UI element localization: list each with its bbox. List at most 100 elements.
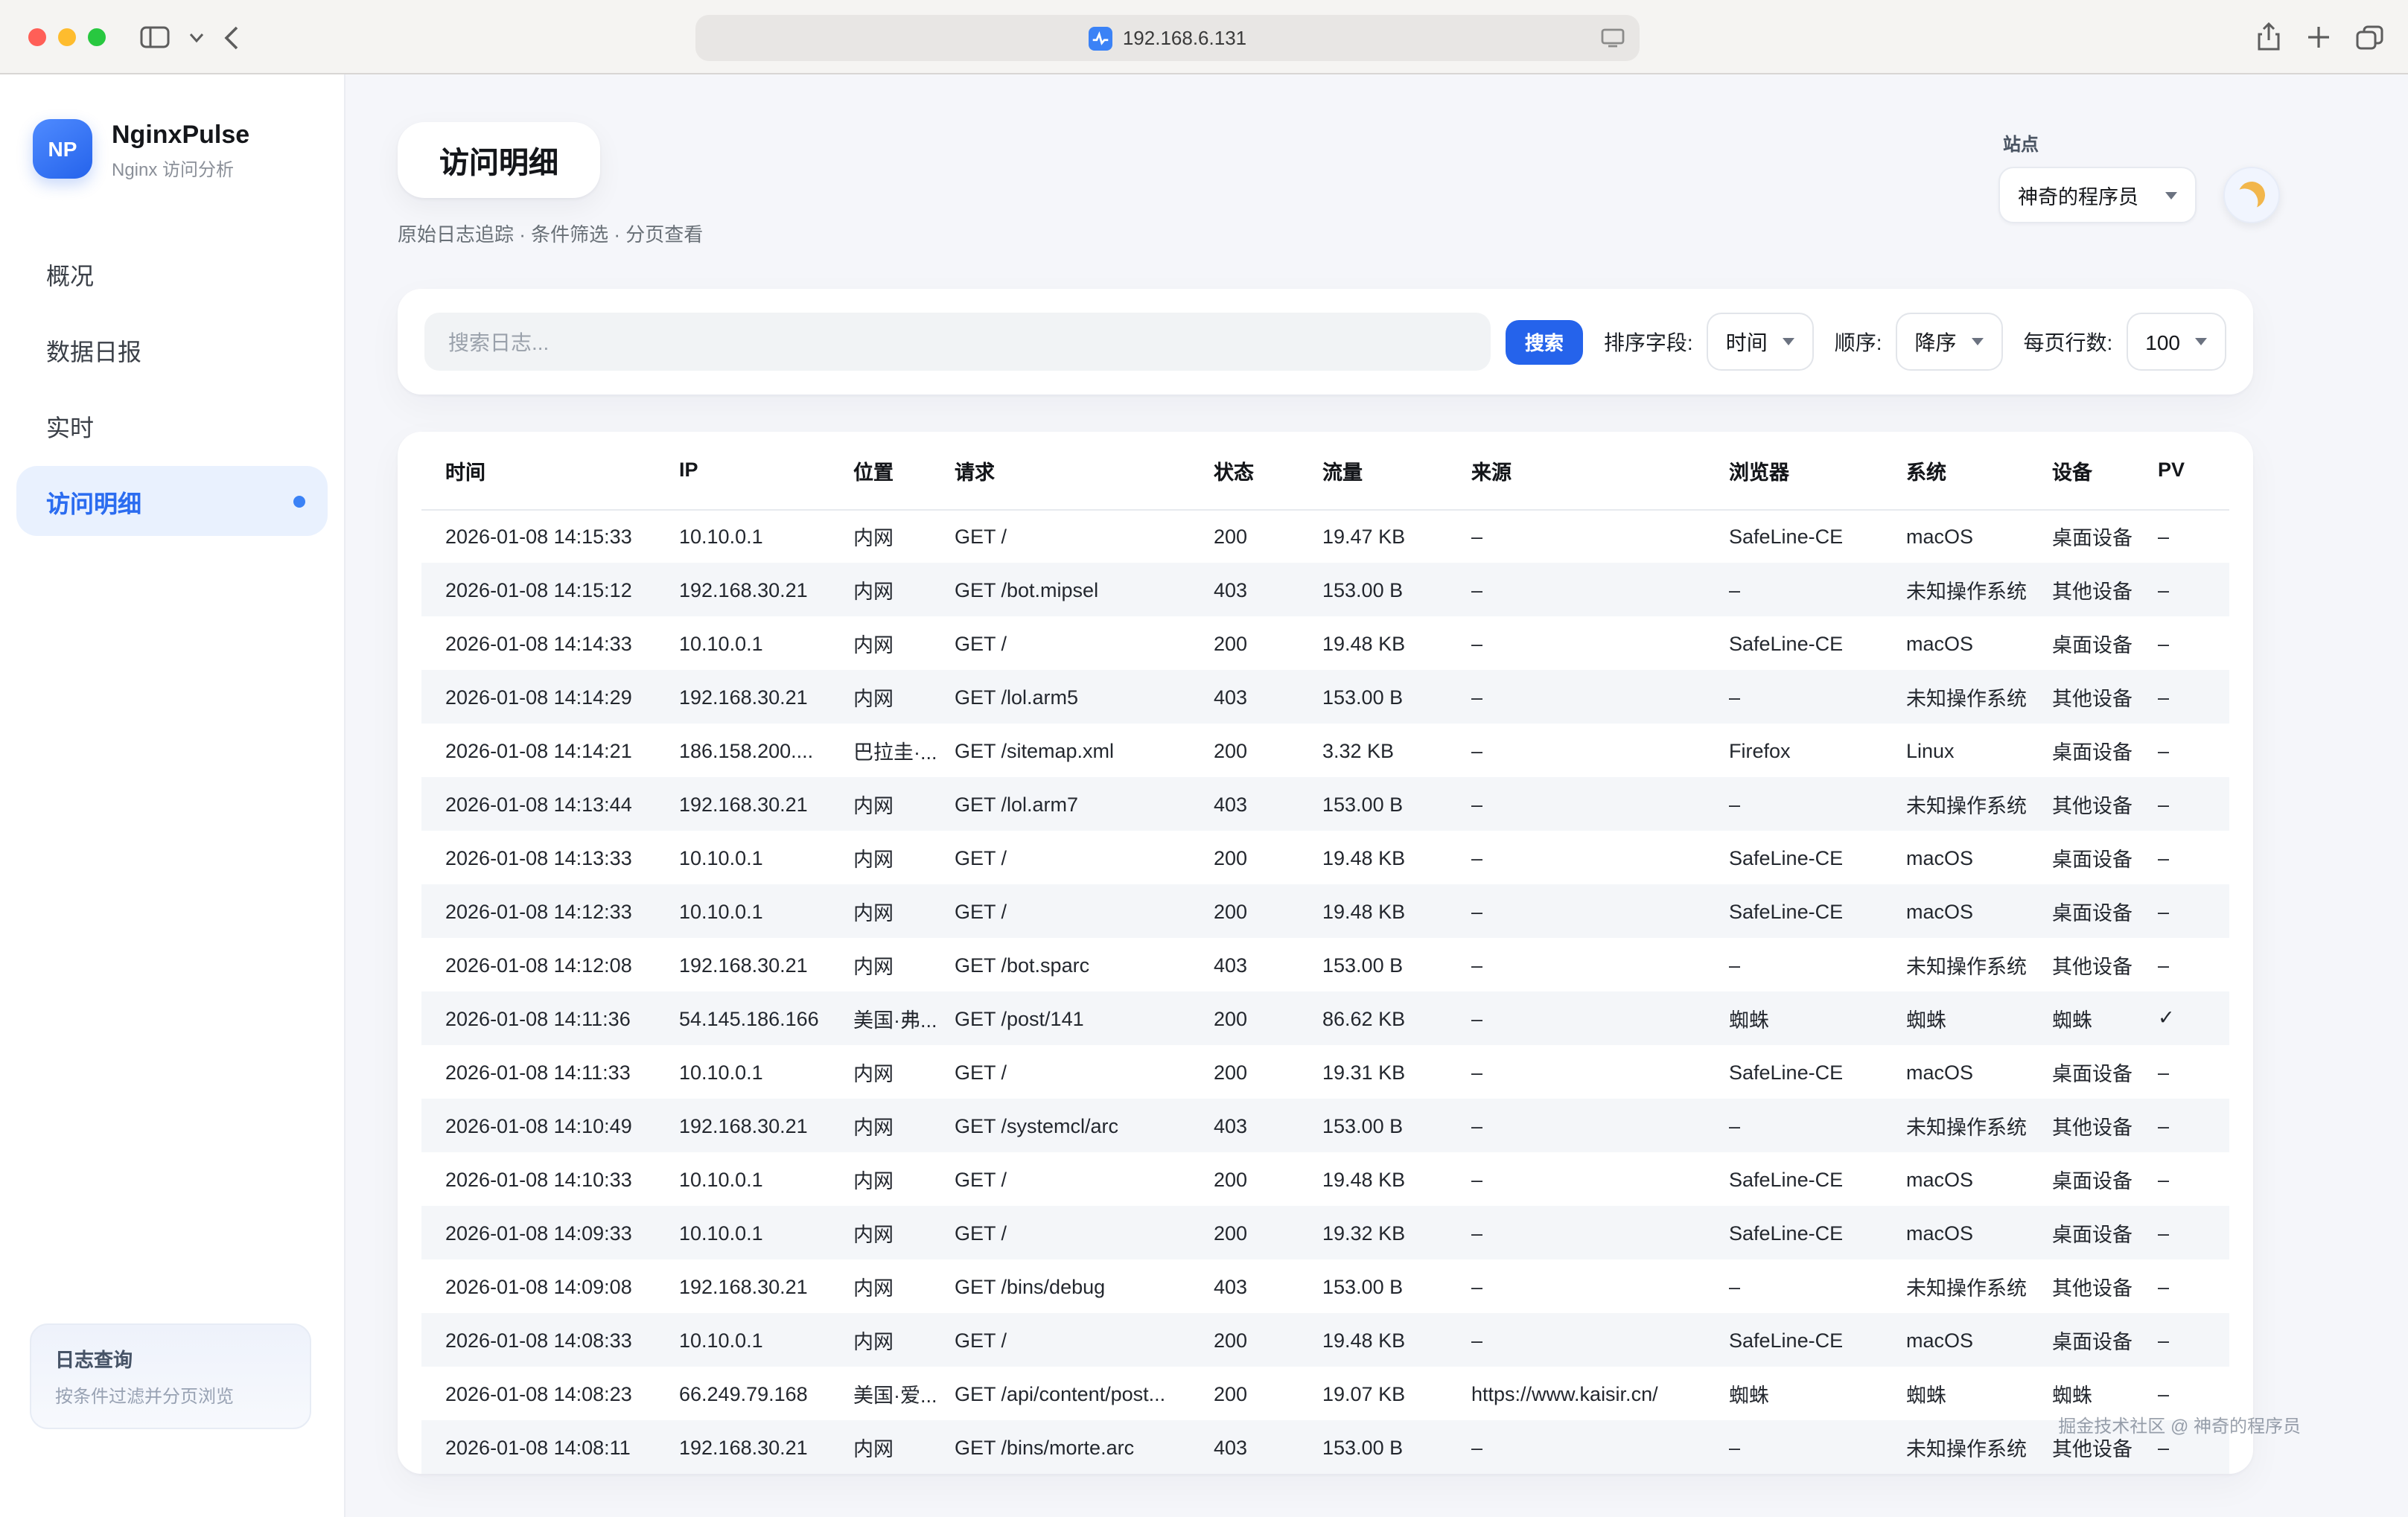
back-button[interactable] bbox=[223, 25, 240, 50]
zoom-window-button[interactable] bbox=[88, 28, 106, 46]
table-cell: SafeLine-CE bbox=[1727, 509, 1905, 563]
search-input[interactable] bbox=[424, 313, 1491, 371]
table-cell: 403 bbox=[1212, 1259, 1321, 1313]
table-row: 2026-01-08 14:10:3310.10.0.1内网GET /20019… bbox=[421, 1152, 2229, 1206]
table-cell: GET /lol.arm5 bbox=[953, 670, 1212, 724]
sidebar-item-access-details[interactable]: 访问明细 bbox=[16, 466, 328, 536]
table-cell: – bbox=[2156, 616, 2229, 670]
table-cell: 桌面设备 bbox=[2051, 509, 2156, 563]
site-selector-area: 站点 神奇的程序员 bbox=[1998, 131, 2280, 223]
table-cell: 蜘蛛 bbox=[2051, 991, 2156, 1045]
table-cell: – bbox=[1470, 1045, 1727, 1099]
sort-field-select[interactable]: 时间 bbox=[1707, 313, 1814, 371]
table-cell: 内网 bbox=[852, 1099, 953, 1152]
table-cell: 19.48 KB bbox=[1321, 1152, 1470, 1206]
app-tagline: Nginx 访问分析 bbox=[112, 156, 249, 182]
table-cell: 2026-01-08 14:14:33 bbox=[421, 616, 678, 670]
table-cell: SafeLine-CE bbox=[1727, 831, 1905, 884]
table-cell: 桌面设备 bbox=[2051, 884, 2156, 938]
table-cell: macOS bbox=[1905, 1152, 2051, 1206]
table-cell: GET / bbox=[953, 831, 1212, 884]
table-cell: – bbox=[2156, 938, 2229, 991]
app-window: NP NginxPulse Nginx 访问分析 概况数据日报实时访问明细 日志… bbox=[0, 74, 2408, 1517]
table-cell: 其他设备 bbox=[2051, 1420, 2156, 1474]
table-cell: 153.00 B bbox=[1321, 1099, 1470, 1152]
table-cell: 66.249.79.168 bbox=[678, 1367, 852, 1420]
table-cell: 内网 bbox=[852, 938, 953, 991]
table-cell: 3.32 KB bbox=[1321, 724, 1470, 777]
column-header: 时间 bbox=[421, 432, 678, 509]
sidebar-item-overview[interactable]: 概况 bbox=[16, 238, 328, 308]
table-cell: GET / bbox=[953, 509, 1212, 563]
table-cell: 200 bbox=[1212, 991, 1321, 1045]
table-cell: 10.10.0.1 bbox=[678, 616, 852, 670]
table-cell: SafeLine-CE bbox=[1727, 1313, 1905, 1367]
sidebar-item-daily-report[interactable]: 数据日报 bbox=[16, 314, 328, 384]
table-cell: – bbox=[1470, 831, 1727, 884]
minimize-window-button[interactable] bbox=[58, 28, 76, 46]
table-cell: GET / bbox=[953, 1152, 1212, 1206]
table-cell: 10.10.0.1 bbox=[678, 1152, 852, 1206]
url-bar[interactable]: 192.168.6.131 bbox=[695, 15, 1640, 61]
table-row: 2026-01-08 14:11:3310.10.0.1内网GET /20019… bbox=[421, 1045, 2229, 1099]
order-label: 顺序: bbox=[1835, 327, 1882, 357]
table-cell: 153.00 B bbox=[1321, 563, 1470, 616]
table-cell: 192.168.30.21 bbox=[678, 670, 852, 724]
table-cell: GET / bbox=[953, 884, 1212, 938]
site-select[interactable]: 神奇的程序员 bbox=[1998, 167, 2197, 223]
table-cell: 19.48 KB bbox=[1321, 831, 1470, 884]
share-icon[interactable] bbox=[2256, 22, 2281, 52]
table-row: 2026-01-08 14:10:49192.168.30.21内网GET /s… bbox=[421, 1099, 2229, 1152]
table-cell: 内网 bbox=[852, 1313, 953, 1367]
table-cell: – bbox=[1470, 991, 1727, 1045]
sidebar-footer-subtitle: 按条件过滤并分页浏览 bbox=[55, 1383, 286, 1408]
table-row: 2026-01-08 14:08:2366.249.79.168美国·爱...G… bbox=[421, 1367, 2229, 1420]
tab-overview-icon[interactable] bbox=[2356, 25, 2384, 50]
close-window-button[interactable] bbox=[28, 28, 46, 46]
access-log-table: 时间IP位置请求状态流量来源浏览器系统设备PV 2026-01-08 14:15… bbox=[421, 432, 2229, 1474]
table-cell: 153.00 B bbox=[1321, 1259, 1470, 1313]
table-cell: 54.145.186.166 bbox=[678, 991, 852, 1045]
table-cell: 403 bbox=[1212, 938, 1321, 991]
table-cell: 19.48 KB bbox=[1321, 616, 1470, 670]
order-select[interactable]: 降序 bbox=[1896, 313, 2003, 371]
chevron-down-icon bbox=[1783, 338, 1794, 345]
table-cell: GET /sitemap.xml bbox=[953, 724, 1212, 777]
table-row: 2026-01-08 14:15:3310.10.0.1内网GET /20019… bbox=[421, 509, 2229, 563]
table-cell: macOS bbox=[1905, 1313, 2051, 1367]
table-cell: 其他设备 bbox=[2051, 670, 2156, 724]
page-size-select[interactable]: 100 bbox=[2126, 313, 2226, 371]
chevron-down-icon[interactable] bbox=[189, 32, 204, 42]
site-label: 站点 bbox=[2003, 131, 2280, 156]
table-cell: – bbox=[1470, 1259, 1727, 1313]
table-row: 2026-01-08 14:12:08192.168.30.21内网GET /b… bbox=[421, 938, 2229, 991]
table-cell: 内网 bbox=[852, 1420, 953, 1474]
table-cell: – bbox=[2156, 884, 2229, 938]
column-header: 系统 bbox=[1905, 432, 2051, 509]
table-cell: GET /bins/debug bbox=[953, 1259, 1212, 1313]
sidebar-item-realtime[interactable]: 实时 bbox=[16, 390, 328, 460]
table-row: 2026-01-08 14:13:3310.10.0.1内网GET /20019… bbox=[421, 831, 2229, 884]
table-cell: 内网 bbox=[852, 1152, 953, 1206]
sidebar-toggle-icon[interactable] bbox=[140, 25, 170, 49]
reader-view-icon[interactable] bbox=[1601, 28, 1625, 55]
table-cell: 桌面设备 bbox=[2051, 1045, 2156, 1099]
table-cell: – bbox=[2156, 1152, 2229, 1206]
table-cell: Linux bbox=[1905, 724, 2051, 777]
table-cell: 153.00 B bbox=[1321, 670, 1470, 724]
table-cell: 192.168.30.21 bbox=[678, 1259, 852, 1313]
table-cell: – bbox=[1470, 1313, 1727, 1367]
table-cell: – bbox=[2156, 724, 2229, 777]
table-cell: 未知操作系统 bbox=[1905, 1099, 2051, 1152]
table-cell: 2026-01-08 14:09:33 bbox=[421, 1206, 678, 1259]
sidebar-nav: 概况数据日报实时访问明细 bbox=[0, 238, 344, 536]
table-cell: 其他设备 bbox=[2051, 777, 2156, 831]
table-cell: SafeLine-CE bbox=[1727, 1045, 1905, 1099]
table-cell: macOS bbox=[1905, 1045, 2051, 1099]
table-cell: GET / bbox=[953, 1313, 1212, 1367]
new-tab-icon[interactable] bbox=[2307, 25, 2331, 49]
theme-toggle-button[interactable] bbox=[2223, 167, 2280, 223]
table-cell: GET /bins/morte.arc bbox=[953, 1420, 1212, 1474]
table-cell: 10.10.0.1 bbox=[678, 509, 852, 563]
search-button[interactable]: 搜索 bbox=[1506, 319, 1583, 364]
